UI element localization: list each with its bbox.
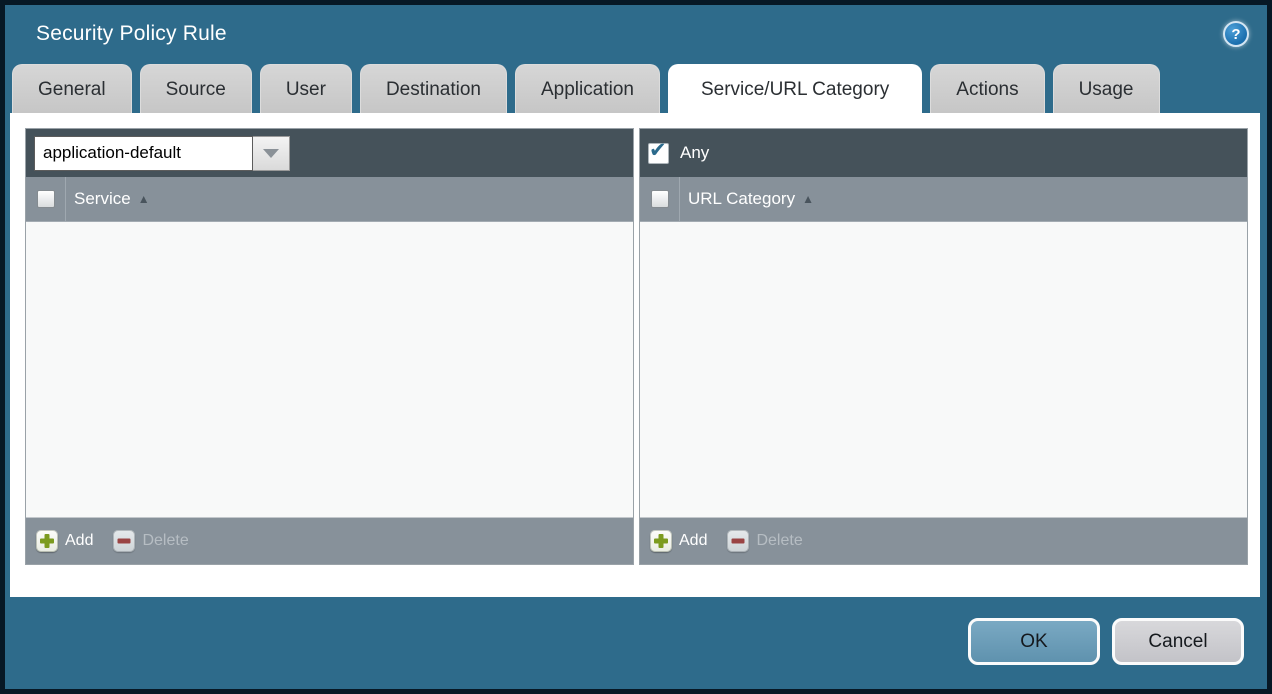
url-category-column-header[interactable]: URL Category ▲ <box>640 177 1247 222</box>
tab-actions[interactable]: Actions <box>930 64 1044 113</box>
service-delete-button[interactable]: Delete <box>113 530 188 552</box>
dialog-titlebar: Security Policy Rule ? <box>5 5 1267 63</box>
checkmark-icon: ✔ <box>649 138 667 162</box>
sort-ascending-icon: ▲ <box>802 193 814 205</box>
tab-service-url-category[interactable]: Service/URL Category <box>668 64 922 113</box>
dialog-title: Security Policy Rule <box>36 22 227 46</box>
tab-application[interactable]: Application <box>515 64 660 113</box>
minus-icon <box>727 530 749 552</box>
service-select-all-cell <box>26 177 66 221</box>
service-panel-toolbar: application-default <box>26 129 633 177</box>
chevron-down-icon <box>263 149 279 158</box>
service-type-dropdown: application-default <box>34 136 290 171</box>
tab-destination[interactable]: Destination <box>360 64 507 113</box>
url-category-select-all-checkbox[interactable] <box>651 190 669 208</box>
url-category-delete-label: Delete <box>756 532 802 550</box>
url-category-delete-button[interactable]: Delete <box>727 530 802 552</box>
any-checkbox-label: Any <box>680 143 709 163</box>
url-category-list <box>640 222 1247 517</box>
tab-general[interactable]: General <box>12 64 132 113</box>
service-select-all-checkbox[interactable] <box>37 190 55 208</box>
sort-ascending-icon: ▲ <box>138 193 150 205</box>
service-list <box>26 222 633 517</box>
plus-icon <box>36 530 58 552</box>
ok-button[interactable]: OK <box>968 618 1100 665</box>
tab-user[interactable]: User <box>260 64 352 113</box>
url-category-column-label: URL Category <box>688 189 795 209</box>
screen-background: { "window": { "title": "Security Policy … <box>0 0 1272 694</box>
service-panel-footer: Add Delete <box>26 517 633 564</box>
service-column-header[interactable]: Service ▲ <box>26 177 633 222</box>
service-add-button[interactable]: Add <box>36 530 93 552</box>
url-category-panel: ✔ Any URL Category ▲ Add Delete <box>639 128 1248 565</box>
security-policy-rule-dialog: Security Policy Rule ? General Source Us… <box>5 5 1267 689</box>
tab-usage[interactable]: Usage <box>1053 64 1160 113</box>
tab-source[interactable]: Source <box>140 64 252 113</box>
service-add-label: Add <box>65 532 93 550</box>
minus-icon <box>113 530 135 552</box>
url-category-panel-toolbar: ✔ Any <box>640 129 1247 177</box>
url-category-select-all-cell <box>640 177 680 221</box>
cancel-button[interactable]: Cancel <box>1112 618 1244 665</box>
tab-content-service-url-category: application-default Service ▲ Add <box>10 113 1260 597</box>
tab-bar: General Source User Destination Applicat… <box>5 63 1267 113</box>
service-type-dropdown-button[interactable] <box>253 136 290 171</box>
url-category-panel-footer: Add Delete <box>640 517 1247 564</box>
service-panel: application-default Service ▲ Add <box>25 128 634 565</box>
url-category-add-button[interactable]: Add <box>650 530 707 552</box>
service-column-label: Service <box>74 189 131 209</box>
service-delete-label: Delete <box>142 532 188 550</box>
dialog-action-bar: OK Cancel <box>5 597 1267 689</box>
service-type-value[interactable]: application-default <box>34 136 253 171</box>
help-icon[interactable]: ? <box>1223 21 1249 47</box>
plus-icon <box>650 530 672 552</box>
any-checkbox[interactable]: ✔ <box>648 143 669 164</box>
url-category-add-label: Add <box>679 532 707 550</box>
